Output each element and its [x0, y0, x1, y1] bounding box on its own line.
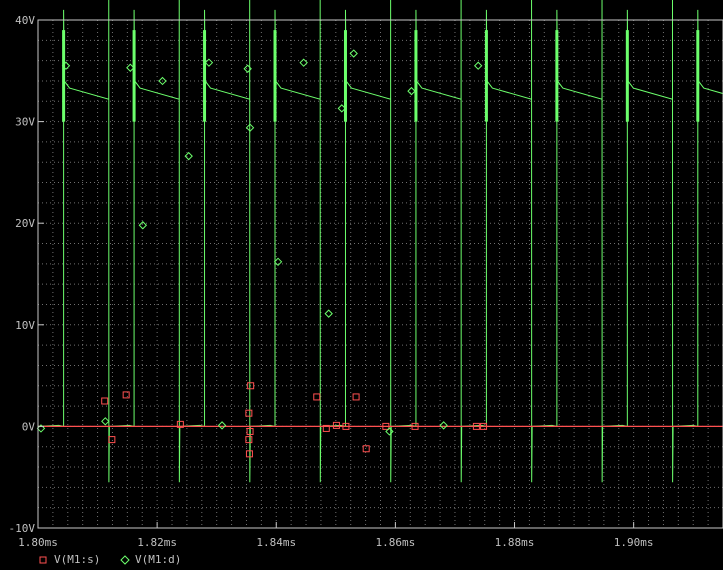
- y-tick-label: 10V: [15, 319, 35, 332]
- x-tick-label: 1.86ms: [376, 536, 416, 549]
- x-tick-label: 1.88ms: [495, 536, 535, 549]
- x-tick-label: 1.82ms: [137, 536, 177, 549]
- legend-label-v-m1-d: V(M1:d): [135, 553, 181, 566]
- y-tick-label: 30V: [15, 116, 35, 129]
- y-tick-label: 0V: [22, 420, 36, 433]
- y-tick-label: -10V: [9, 522, 36, 535]
- y-tick-label: 20V: [15, 217, 35, 230]
- x-tick-label: 1.84ms: [256, 536, 296, 549]
- y-tick-label: 40V: [15, 14, 35, 27]
- x-tick-label: 1.80ms: [18, 536, 58, 549]
- legend-label-v-m1-s: V(M1:s): [54, 553, 100, 566]
- x-tick-label: 1.90ms: [614, 536, 654, 549]
- oscilloscope-plot: 40V 30V 20V 10V 0V -10V1.80ms 1.82ms 1.84ms 1.86…: [0, 0, 723, 570]
